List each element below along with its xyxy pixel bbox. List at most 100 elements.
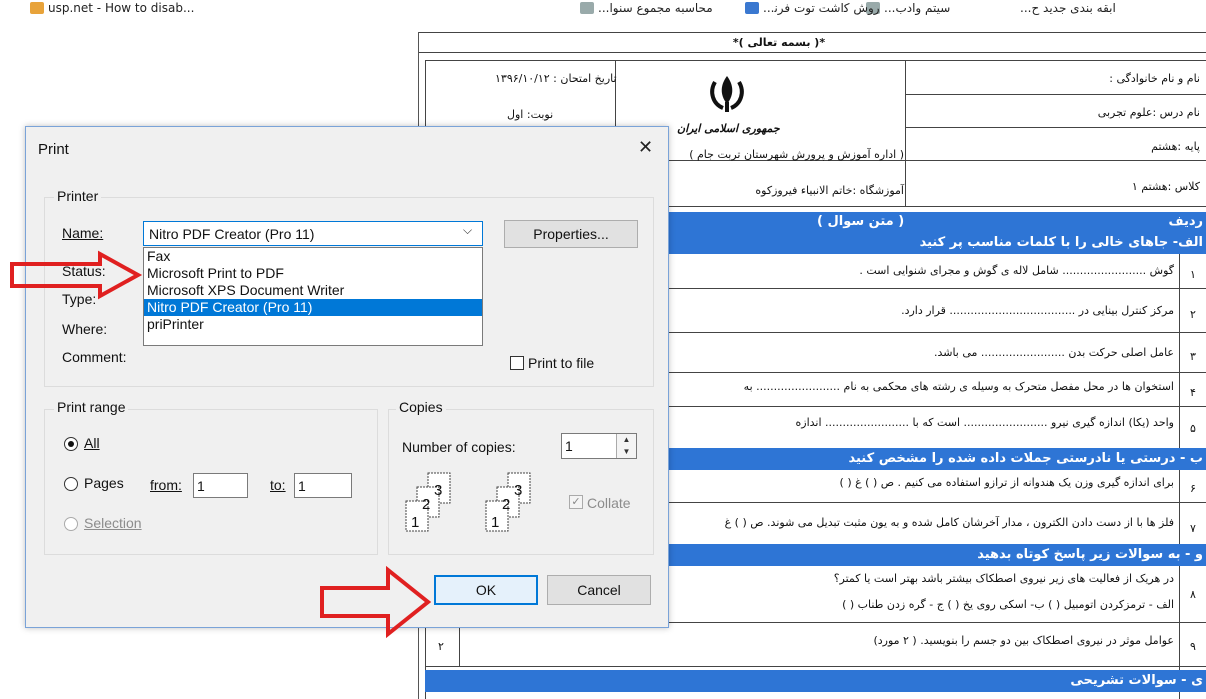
copies-value: 1 — [565, 438, 573, 454]
bookmark-item[interactable]: ...ابقه بندی جدید ح — [1020, 0, 1116, 16]
cancel-button[interactable]: Cancel — [547, 575, 651, 605]
question-number: ۴ — [1190, 386, 1196, 399]
question-score: ۲ — [438, 640, 444, 653]
question-number: ۶ — [1190, 482, 1196, 495]
folder-icon — [30, 2, 44, 14]
question-number: ۹ — [1190, 640, 1196, 653]
question-number: ۱ — [1190, 268, 1196, 281]
selected-printer: Nitro PDF Creator (Pro 11) — [149, 225, 315, 242]
from-value: 1 — [197, 477, 205, 494]
print-range-group-label: Print range — [54, 399, 129, 415]
collate-digit: 2 — [502, 496, 510, 513]
name-label: Name: — [62, 225, 104, 241]
bookmark-label: ...ﺳﯿﺘﻢ وادب — [884, 1, 951, 15]
printer-name-select[interactable]: Nitro PDF Creator (Pro 11) — [143, 221, 483, 246]
question-text: فلز ها با از دست دادن الکترون ، مدار آخر… — [724, 516, 1174, 529]
collate-label[interactable]: Collate — [587, 495, 631, 511]
globe-icon — [580, 2, 594, 14]
selection-radio[interactable] — [64, 517, 78, 531]
question-subtext: الف - ترمزکردن اتومبیل ( ) ب- اسکی روی ی… — [842, 598, 1174, 611]
bookmark-label: ...محاسبه مجموع سنوا — [598, 1, 713, 15]
bookmark-item[interactable]: usp.net - How to disab... — [30, 0, 194, 16]
exam-date-label: تاریخ امتحان : ۱۳۹۶/۱۰/۱۲ — [495, 72, 617, 85]
site-icon — [745, 2, 759, 14]
course-label: نام درس :علوم تجربی — [1097, 106, 1200, 119]
bookmark-label: ...روش ﮐاشت توت فرﻧ — [763, 1, 880, 15]
printer-option-selected[interactable]: Nitro PDF Creator (Pro 11) — [144, 299, 482, 316]
student-name-label: نام و نام خانوادگی : — [1109, 72, 1200, 85]
print-to-file-label[interactable]: Print to file — [528, 355, 594, 371]
question-text: برای اندازه گیری وزن یک هندوانه از ترازو… — [839, 476, 1174, 489]
question-number: ۲ — [1190, 308, 1196, 321]
collate-digit: 1 — [411, 514, 419, 531]
term-label: نوبت: اول — [507, 108, 554, 121]
iran-emblem-icon — [710, 76, 744, 112]
emblem-caption: جمهوری اسلامی ایران — [677, 122, 780, 135]
cancel-button-label: Cancel — [577, 582, 621, 598]
pages-label[interactable]: Pages — [84, 475, 124, 491]
collate-pages-icon: 3 2 1 3 2 1 — [405, 472, 531, 532]
bookmark-item[interactable]: ...محاسبه مجموع سنوا — [580, 0, 713, 16]
bookmark-item[interactable]: ...روش ﮐاشت توت فرﻧ — [745, 0, 880, 16]
ok-button-label: OK — [475, 582, 497, 598]
from-label: from: — [150, 477, 182, 493]
question-text: عوامل موثر در نیروی اصطکاک بین دو جسم را… — [873, 634, 1174, 647]
to-label: to: — [270, 477, 286, 493]
screen: ...ابقه بندی جدید ح ...ﺳﯿﺘﻢ وادب ...روش … — [0, 0, 1206, 699]
dialog-title: Print — [38, 141, 69, 158]
printer-dropdown-list[interactable]: Fax Microsoft Print to PDF Microsoft XPS… — [143, 247, 483, 346]
section-title: ی - سوالات تشریحی — [425, 670, 1206, 692]
school-label: آموزشگاه :خاتم الانبیاء فیروزکوه — [755, 184, 904, 197]
collate-digit: 3 — [514, 482, 522, 499]
properties-button[interactable]: Properties... — [504, 220, 638, 248]
question-column-header: ( متن سوال ) — [817, 214, 905, 229]
question-text: مرکز کنترل بینایی در ...................… — [901, 304, 1174, 317]
annotation-arrow-icon — [10, 250, 143, 300]
copies-spinner[interactable]: ▲ ▼ — [616, 434, 636, 458]
copies-group-label: Copies — [396, 399, 446, 415]
all-radio[interactable] — [64, 437, 78, 451]
bookmark-bar: ...ابقه بندی جدید ح ...ﺳﯿﺘﻢ وادب ...روش … — [0, 0, 1206, 18]
question-text: گوش ........................ شامل لاله ی… — [859, 264, 1174, 277]
question-number: ۳ — [1190, 350, 1196, 363]
print-to-file-checkbox[interactable] — [510, 356, 524, 370]
bookmark-label: usp.net - How to disab... — [48, 1, 195, 15]
collate-digit: 2 — [422, 496, 430, 513]
office-label: ( اداره آموزش و پرورش شهرستان تربت جام ) — [689, 148, 904, 161]
collate-checkbox[interactable]: ✓ — [569, 495, 583, 509]
document-heading: *( بسمه تعالی )* — [732, 36, 826, 49]
collate-digit: 1 — [491, 514, 499, 531]
question-text: واحد (یکا) اندازه گیری نیرو ............… — [795, 416, 1174, 429]
bookmark-label: ...ابقه بندی جدید ح — [1020, 1, 1116, 15]
to-field[interactable]: 1 — [294, 473, 352, 498]
question-text: عامل اصلی حرکت بدن .....................… — [933, 346, 1174, 359]
selection-label[interactable]: Selection — [84, 515, 142, 531]
question-text: استخوان ها در محل مفصل متحرک به وسیله ی … — [743, 380, 1174, 393]
close-icon[interactable]: ✕ — [638, 137, 653, 158]
properties-button-label: Properties... — [533, 226, 609, 242]
annotation-arrow-icon — [320, 566, 432, 638]
number-of-copies-label: Number of copies: — [402, 439, 516, 455]
class-label: کلاس :هشتم ۱ — [1131, 180, 1200, 193]
grade-label: پایه :هشتم — [1151, 140, 1200, 153]
from-field[interactable]: 1 — [193, 473, 248, 498]
question-text: در هریک از فعالیت های زیر نیروی اصطکاک ب… — [833, 572, 1174, 585]
printer-option[interactable]: Microsoft Print to PDF — [144, 265, 482, 282]
question-number: ۷ — [1190, 522, 1196, 535]
ok-button[interactable]: OK — [434, 575, 538, 605]
chevron-down-icon[interactable]: ⌵ — [463, 223, 472, 238]
printer-option[interactable]: Microsoft XPS Document Writer — [144, 282, 482, 299]
printer-option[interactable]: priPrinter — [144, 316, 482, 333]
print-dialog: Print ✕ Printer Name: Nitro PDF Creator … — [25, 126, 669, 628]
printer-option[interactable]: Fax — [144, 248, 482, 265]
pages-radio[interactable] — [64, 477, 78, 491]
to-value: 1 — [298, 477, 306, 494]
collate-digit: 3 — [434, 482, 442, 499]
question-number: ۸ — [1190, 588, 1196, 601]
all-label[interactable]: All — [84, 435, 100, 451]
printer-group-label: Printer — [54, 188, 102, 204]
where-label: Where: — [62, 321, 108, 337]
question-number: ۵ — [1190, 422, 1196, 435]
row-column-header: ردیف — [1168, 214, 1203, 229]
comment-label: Comment: — [62, 349, 127, 365]
